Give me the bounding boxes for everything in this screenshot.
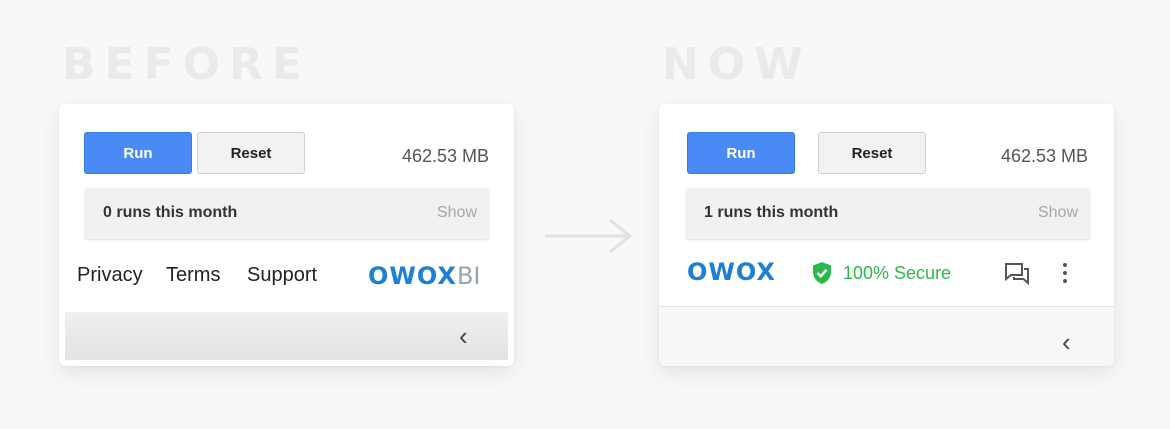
collapse-panel: ‹ [65,312,508,360]
chevron-left-icon[interactable]: ‹ [1062,329,1071,355]
before-heading: BEFORE [62,39,311,90]
before-card: Run Reset 462.53 MB 0 runs this month Sh… [59,104,514,366]
runs-count-label: 1 runs this month [704,204,839,221]
data-size-label: 462.53 MB [401,146,489,166]
run-button[interactable]: Run [84,132,192,174]
data-size-label: 462.53 MB [1000,146,1088,166]
now-heading: NOW [662,39,812,90]
support-link[interactable]: Support [247,264,317,287]
owox-logo: OWOX [687,258,776,286]
now-card: Run Reset 462.53 MB 1 runs this month Sh… [659,104,1114,366]
collapse-panel: ‹ [659,306,1114,366]
runs-bar: 0 runs this month Show [85,188,489,239]
more-vertical-icon[interactable] [1059,262,1071,289]
feedback-icon[interactable] [1004,262,1030,291]
runs-bar: 1 runs this month Show [686,188,1090,239]
runs-count-label: 0 runs this month [103,204,238,221]
secure-label: 100% Secure [843,263,952,283]
logo-text: OWOX [368,262,457,290]
chevron-left-icon[interactable]: ‹ [459,323,468,349]
run-button[interactable]: Run [687,132,795,174]
reset-button[interactable]: Reset [818,132,926,174]
reset-button[interactable]: Reset [197,132,305,174]
logo-suffix: BI [456,262,481,290]
show-link[interactable]: Show [1038,204,1078,222]
arrow-right-icon [545,219,633,253]
shield-check-icon [811,261,833,290]
privacy-link[interactable]: Privacy [77,264,143,287]
show-link[interactable]: Show [437,204,477,222]
terms-link[interactable]: Terms [166,264,220,287]
owox-bi-logo: OWOXBI [368,262,480,290]
